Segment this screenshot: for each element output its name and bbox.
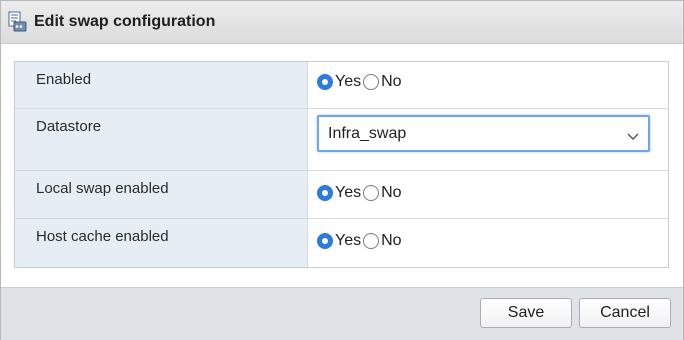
enabled-no-radio[interactable] <box>363 74 380 90</box>
dialog-titlebar: Edit swap configuration <box>1 1 683 44</box>
local-swap-yes-label[interactable]: Yes <box>335 184 361 202</box>
edit-swap-dialog: Edit swap configuration Enabled Yes No D… <box>0 0 684 340</box>
row-label: Enabled <box>15 62 308 108</box>
dialog-footer: Save Cancel <box>1 287 683 340</box>
enabled-yes-label[interactable]: Yes <box>335 73 361 91</box>
local-swap-no-radio[interactable] <box>363 185 380 201</box>
chevron-down-icon[interactable] <box>626 128 640 140</box>
row-value: Yes No <box>308 171 668 218</box>
enabled-radio-group: Yes No <box>317 73 404 91</box>
row-enabled: Enabled Yes No <box>15 62 668 109</box>
local-swap-yes-radio[interactable] <box>317 185 333 201</box>
host-cache-yes-label[interactable]: Yes <box>335 232 361 250</box>
host-cache-radio-group: Yes No <box>317 232 404 250</box>
host-cache-yes-radio[interactable] <box>317 233 333 249</box>
row-label: Datastore <box>15 109 308 170</box>
swap-config-icon <box>8 11 27 32</box>
datastore-select-value: Infra_swap <box>328 125 407 142</box>
row-host-cache: Host cache enabled Yes No <box>15 219 668 267</box>
local-swap-radio-group: Yes No <box>317 184 404 202</box>
swap-config-table: Enabled Yes No Datastore Infra_swap Loca… <box>14 61 669 268</box>
row-value: Infra_swap <box>308 109 668 170</box>
save-button[interactable]: Save <box>480 298 572 328</box>
datastore-select[interactable]: Infra_swap <box>317 115 650 152</box>
dialog-title: Edit swap configuration <box>34 13 216 30</box>
row-value: Yes No <box>308 219 668 267</box>
row-label: Host cache enabled <box>15 219 308 267</box>
row-local-swap: Local swap enabled Yes No <box>15 171 668 219</box>
local-swap-no-label[interactable]: No <box>381 184 401 202</box>
host-cache-no-radio[interactable] <box>363 233 380 249</box>
enabled-no-label[interactable]: No <box>381 73 401 91</box>
row-datastore: Datastore Infra_swap <box>15 109 668 171</box>
row-value: Yes No <box>308 62 668 108</box>
cancel-button[interactable]: Cancel <box>579 298 671 328</box>
enabled-yes-radio[interactable] <box>317 74 333 90</box>
row-label: Local swap enabled <box>15 171 308 218</box>
host-cache-no-label[interactable]: No <box>381 232 401 250</box>
